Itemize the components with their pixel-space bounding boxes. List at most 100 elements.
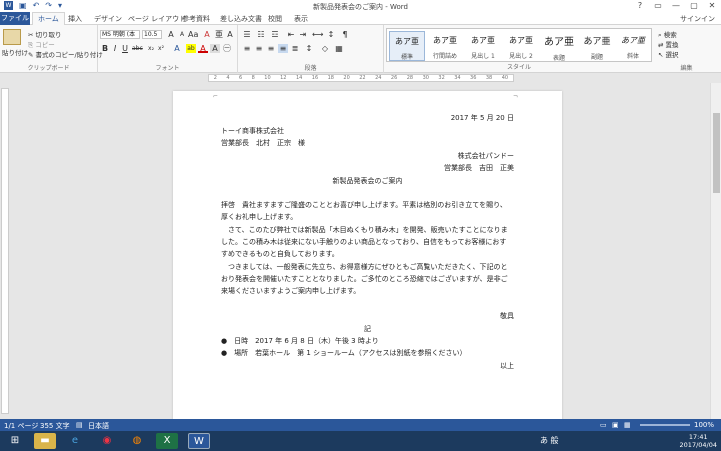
style-emphasis[interactable]: あア亜 斜体	[615, 31, 651, 61]
show-marks-icon[interactable]: ¶	[340, 30, 350, 39]
phonetic-guide-icon[interactable]: 亜	[214, 30, 224, 39]
style-title[interactable]: あア亜 表題	[541, 31, 577, 62]
numbering-icon[interactable]: ☷	[256, 30, 266, 39]
document-page[interactable]: ⌐ ¬ 2017 年 5 月 20 日 トーイ商事株式会社 営業部長 北村 正宗…	[173, 91, 562, 421]
bullets-icon[interactable]: ☰	[242, 30, 252, 39]
shrink-font-icon[interactable]: A	[177, 30, 187, 39]
proofing-icon[interactable]: ▤	[76, 421, 83, 429]
cut-button[interactable]: ✂ 切り取り	[28, 29, 62, 39]
format-painter-button[interactable]: ✎ 書式のコピー/貼り付け	[28, 49, 103, 59]
zoom-level[interactable]: 100%	[694, 421, 714, 429]
doc-line: 来場くださいますようご案内申し上げます。	[221, 287, 361, 295]
decrease-indent-icon[interactable]: ⇤	[286, 30, 296, 39]
justify-icon[interactable]: ≡	[278, 44, 288, 53]
ruler-tick: 4	[226, 75, 230, 81]
style-no-spacing[interactable]: あア亜 行間詰め	[427, 31, 463, 61]
windows-icon[interactable]: ⊞	[4, 433, 26, 449]
excel-icon[interactable]: X	[156, 433, 178, 449]
ruler-tick: 14	[295, 75, 303, 81]
close-button[interactable]: ✕	[703, 0, 721, 12]
paste-icon[interactable]	[3, 29, 21, 45]
enclosed-char-icon[interactable]: ㊀	[222, 44, 232, 53]
ime-indicator[interactable]: あ 般	[540, 435, 559, 446]
underline-icon[interactable]: U	[120, 44, 130, 53]
multilevel-list-icon[interactable]: ☲	[270, 30, 280, 39]
word-icon[interactable]: W	[188, 433, 210, 449]
tab-insert[interactable]: 挿入	[68, 14, 82, 24]
tab-view[interactable]: 表示	[294, 14, 308, 24]
bold-icon[interactable]: B	[100, 44, 110, 53]
minimize-button[interactable]: —	[667, 0, 685, 12]
system-clock[interactable]: 17:41 2017/04/04	[680, 433, 717, 449]
horizontal-ruler[interactable]: 2 4 6 8 10 12 14 16 18 20 22 24 26 28 30 32 34 36 38 40	[208, 74, 514, 82]
distribute-icon[interactable]: ≣	[290, 44, 300, 53]
web-layout-icon[interactable]: ▦	[624, 421, 631, 429]
font-color-icon[interactable]: A	[198, 44, 208, 53]
style-subtitle[interactable]: あア亜 副題	[579, 31, 615, 61]
signin-link[interactable]: サインイン	[680, 14, 715, 24]
explorer-icon[interactable]: ▬	[34, 433, 56, 449]
window-title: 新製品発表会のご案内 - Word	[313, 3, 408, 11]
editing-group-label: 編集	[680, 65, 693, 72]
style-name: 標準	[400, 54, 413, 61]
vertical-ruler[interactable]	[1, 88, 9, 414]
shading-icon[interactable]: ◇	[320, 44, 330, 53]
maximize-button[interactable]: ▢	[685, 0, 703, 12]
align-left-icon[interactable]: ≡	[242, 44, 252, 53]
ruler-tick: 12	[280, 75, 287, 81]
superscript-icon[interactable]: x²	[156, 44, 166, 53]
font-name-select[interactable]: MS 明朝 (本	[100, 30, 140, 39]
paste-button[interactable]: 貼り付け	[2, 47, 28, 57]
doc-line: さて、このたび弊社では新製品「木目ぬくもり積み木」を開発、販売いたすことになりま	[221, 226, 508, 234]
scroll-thumb[interactable]	[713, 113, 720, 193]
char-shading-icon[interactable]: A	[210, 44, 220, 53]
grow-font-icon[interactable]: A	[166, 30, 176, 39]
replace-button[interactable]: ⇄ 置換	[658, 39, 679, 49]
chrome-icon[interactable]: ◉	[96, 433, 118, 449]
page-count[interactable]: 1/1 ページ	[4, 421, 38, 431]
help-button[interactable]: ?	[631, 0, 649, 12]
tab-review[interactable]: 校閲	[268, 14, 282, 24]
strikethrough-icon[interactable]: abc	[132, 44, 143, 53]
style-heading-1[interactable]: あア亜 見出し 1	[465, 31, 501, 61]
char-border-icon[interactable]: A	[225, 30, 235, 39]
italic-icon[interactable]: I	[110, 44, 120, 53]
asian-layout-icon[interactable]: ⟷	[312, 30, 323, 39]
vertical-scrollbar[interactable]	[710, 83, 721, 419]
align-right-icon[interactable]: ≡	[266, 44, 276, 53]
align-center-icon[interactable]: ≡	[254, 44, 264, 53]
select-button[interactable]: ↖ 選択	[658, 49, 679, 59]
ruler-tick: 20	[343, 75, 350, 81]
style-normal[interactable]: あア亜 標準	[389, 31, 425, 61]
borders-icon[interactable]: ▦	[334, 44, 344, 53]
doc-sender-name: 営業部長 吉田 正美	[444, 164, 514, 172]
document-canvas: ⌐ ¬ 2017 年 5 月 20 日 トーイ商事株式会社 営業部長 北村 正宗…	[10, 83, 709, 421]
firefox-icon[interactable]: ◍	[126, 433, 148, 449]
ribbon-display-button[interactable]: ▭	[649, 0, 667, 12]
style-sample: あア亜	[433, 36, 457, 45]
style-heading-2[interactable]: あア亜 見出し 2	[503, 31, 539, 61]
language[interactable]: 日本語	[88, 421, 109, 431]
subscript-icon[interactable]: x₂	[146, 44, 156, 53]
tab-design[interactable]: デザイン	[94, 14, 122, 24]
increase-indent-icon[interactable]: ⇥	[298, 30, 308, 39]
clipboard-group-label: クリップボード	[27, 65, 70, 72]
line-spacing-icon[interactable]: ↕	[304, 44, 314, 53]
tab-file[interactable]: ファイル	[0, 12, 30, 25]
highlight-icon[interactable]: ab	[186, 44, 196, 53]
sort-icon[interactable]: ↕	[326, 30, 336, 39]
text-effects-icon[interactable]: A	[172, 44, 182, 53]
tab-references[interactable]: 参考資料	[182, 14, 210, 24]
tab-mailings[interactable]: 差し込み文書	[220, 14, 262, 24]
ie-icon[interactable]: e	[64, 433, 86, 449]
zoom-slider[interactable]	[640, 424, 690, 426]
print-layout-icon[interactable]: ▣	[612, 421, 619, 429]
font-size-select[interactable]: 10.5	[142, 30, 162, 39]
word-count[interactable]: 355 文字	[40, 421, 70, 431]
tab-home[interactable]: ホーム	[32, 12, 65, 26]
change-case-icon[interactable]: Aa	[188, 30, 198, 39]
clear-format-icon[interactable]: A	[202, 30, 212, 39]
ribbon-tabs: ファイル ホーム 挿入 デザイン ページ レイアウト 参考資料 差し込み文書 校…	[0, 12, 721, 26]
read-mode-icon[interactable]: ▭	[600, 421, 607, 429]
tab-page-layout[interactable]: ページ レイアウト	[128, 14, 186, 24]
